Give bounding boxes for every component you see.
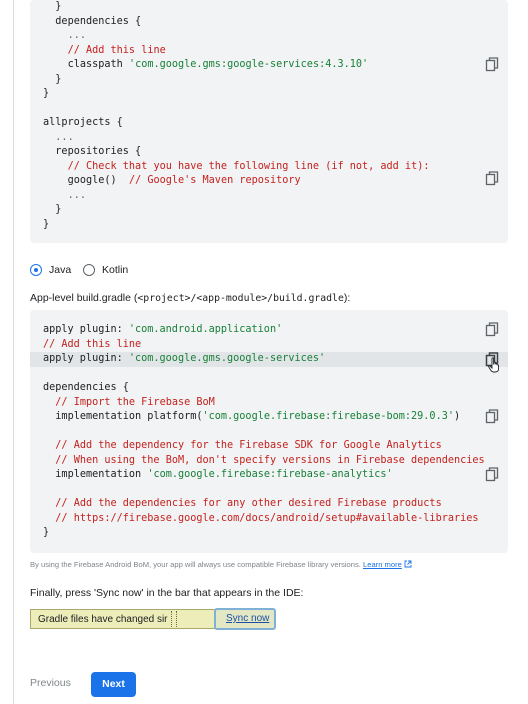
code-line: }	[43, 527, 50, 538]
code-line: // Import the Firebase BoM	[55, 396, 215, 408]
copy-icon[interactable]	[485, 409, 499, 425]
copy-icon[interactable]	[485, 57, 499, 73]
java-radio[interactable]	[30, 264, 42, 276]
ide-gradle-sync-bar: Gradle files have changed sir Sync now	[30, 608, 276, 630]
copy-icon[interactable]	[485, 171, 499, 187]
bom-note: By using the Firebase Android BoM, your …	[30, 560, 412, 569]
java-radio-label[interactable]: Java	[49, 264, 71, 276]
ide-bar-divider	[171, 611, 177, 627]
copy-icon[interactable]	[485, 322, 499, 338]
app-level-heading: App-level build.gradle (<project>/<app-m…	[30, 292, 351, 304]
kotlin-radio-label[interactable]: Kotlin	[102, 264, 128, 276]
app-build-gradle-code-block: apply plugin: 'com.android.application' /…	[30, 310, 508, 553]
code-line: // Add the dependency for the Firebase S…	[55, 440, 442, 451]
code-line: ...	[67, 30, 86, 41]
previous-button[interactable]: Previous	[30, 677, 71, 689]
code-line: apply plugin: 'com.google.gms.google-ser…	[43, 353, 326, 364]
code-line: ...	[55, 131, 74, 143]
code-line: }	[55, 73, 62, 85]
code-line: allprojects {	[43, 117, 123, 128]
learn-more-link[interactable]: Learn more	[363, 560, 402, 569]
code-line: dependencies {	[43, 382, 129, 393]
code-line: }	[55, 204, 62, 215]
code-line: classpath 'com.google.gms:google-service…	[67, 59, 369, 70]
sync-instruction: Finally, press 'Sync now' in the bar tha…	[30, 587, 304, 599]
code-line: // Add this line	[43, 338, 142, 350]
code-line: implementation 'com.google.firebase:fire…	[55, 469, 393, 480]
ide-bar-message: Gradle files have changed sir	[38, 614, 168, 625]
next-button[interactable]: Next	[91, 672, 136, 697]
code-line: // When using the BoM, don't specify ver…	[55, 454, 485, 466]
code-line: // Check that you have the following lin…	[67, 160, 430, 172]
code-line: dependencies {	[55, 15, 142, 27]
code-line: google() // Google's Maven repository	[67, 175, 301, 186]
code-line: apply plugin: 'com.android.application'	[43, 324, 283, 335]
copy-icon[interactable]	[485, 467, 499, 483]
sync-now-label: Sync now	[226, 613, 270, 624]
kotlin-radio[interactable]	[83, 264, 95, 276]
code-line: }	[55, 1, 62, 12]
code-line: }	[43, 218, 50, 230]
cursor-pointer-icon	[488, 357, 500, 373]
page-left-border	[13, 0, 14, 704]
project-build-gradle-code-block: } dependencies {... // Add this line classp…	[30, 0, 508, 243]
code-line: ...	[67, 189, 86, 201]
sync-now-button[interactable]: Sync now	[214, 608, 276, 630]
code-line: implementation platform('com.google.fire…	[55, 411, 461, 422]
code-line: // Add this line	[67, 44, 166, 56]
code-line: repositories {	[55, 146, 142, 157]
external-link-icon	[404, 560, 412, 568]
code-line: // https://firebase.google.com/docs/andr…	[55, 512, 479, 524]
code-line: }	[43, 88, 50, 99]
code-line: // Add the dependencies for any other de…	[55, 498, 442, 509]
